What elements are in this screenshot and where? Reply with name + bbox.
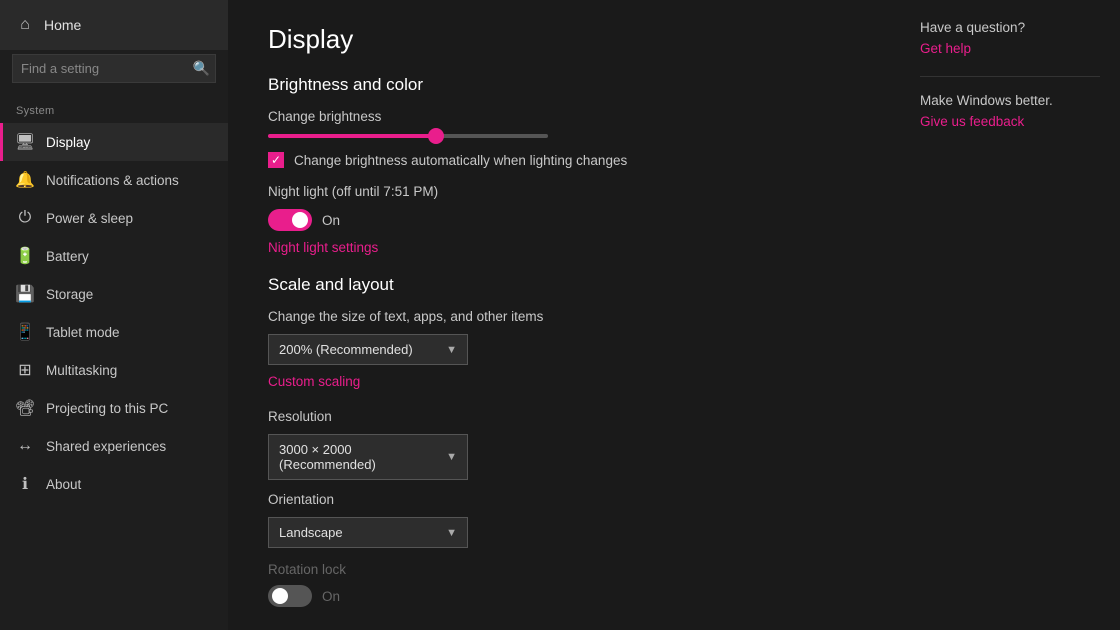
sidebar-item-multitasking-label: Multitasking <box>46 363 117 378</box>
custom-scaling-link[interactable]: Custom scaling <box>268 374 360 389</box>
tablet-icon: 📱 <box>16 323 34 341</box>
sidebar-item-projecting[interactable]: 📽 Projecting to this PC <box>0 389 228 427</box>
scale-dropdown-value: 200% (Recommended) <box>279 342 413 357</box>
sidebar-item-tablet-label: Tablet mode <box>46 325 120 340</box>
sidebar-item-power-label: Power & sleep <box>46 211 133 226</box>
brightness-slider-track <box>268 134 548 138</box>
resolution-dropdown-arrow-icon: ▼ <box>446 451 457 463</box>
sidebar-item-power[interactable]: ⏻ Power & sleep <box>0 199 228 237</box>
sidebar-item-display[interactable]: 🖥 Display <box>0 123 228 161</box>
rotation-lock-state-label: On <box>322 589 340 604</box>
display-icon: 🖥 <box>16 133 34 151</box>
night-light-settings-link[interactable]: Night light settings <box>268 240 378 255</box>
battery-icon: 🔋 <box>16 247 34 265</box>
resolution-dropdown-value: 3000 × 2000 (Recommended) <box>279 442 446 472</box>
make-windows-label: Make Windows better. <box>920 93 1100 108</box>
shared-icon: ↔ <box>16 437 34 455</box>
sidebar: ⌂ Home 🔍 System 🖥 Display 🔔 Notification… <box>0 0 228 630</box>
rotation-lock-toggle-thumb <box>272 588 288 604</box>
sidebar-item-battery[interactable]: 🔋 Battery <box>0 237 228 275</box>
sidebar-home-label: Home <box>44 17 81 33</box>
sidebar-home-button[interactable]: ⌂ Home <box>0 0 228 50</box>
rotation-lock-toggle[interactable] <box>268 585 312 607</box>
resolution-label: Resolution <box>268 409 860 424</box>
sidebar-section-system: System <box>0 95 228 123</box>
night-light-toggle[interactable] <box>268 209 312 231</box>
rotation-lock-toggle-row: On <box>268 585 860 607</box>
night-light-toggle-row: On <box>268 209 860 231</box>
search-box-container: 🔍 <box>12 54 216 83</box>
power-icon: ⏻ <box>16 209 34 227</box>
brightness-slider-container <box>268 134 860 138</box>
scale-desc: Change the size of text, apps, and other… <box>268 309 860 324</box>
brightness-slider-thumb <box>428 128 444 144</box>
orientation-label: Orientation <box>268 492 860 507</box>
auto-brightness-label: Change brightness automatically when lig… <box>294 153 627 168</box>
sidebar-item-display-label: Display <box>46 135 90 150</box>
sidebar-item-tablet[interactable]: 📱 Tablet mode <box>0 313 228 351</box>
brightness-section-title: Brightness and color <box>268 75 860 95</box>
scale-section-title: Scale and layout <box>268 275 860 295</box>
scale-dropdown[interactable]: 200% (Recommended) ▼ <box>268 334 468 365</box>
checkmark-icon: ✓ <box>271 153 281 167</box>
auto-brightness-row: ✓ Change brightness automatically when l… <box>268 152 860 168</box>
sidebar-item-about[interactable]: ℹ About <box>0 465 228 503</box>
right-panel-question: Have a question? <box>920 20 1100 35</box>
sidebar-item-battery-label: Battery <box>46 249 89 264</box>
orientation-dropdown-arrow-icon: ▼ <box>446 527 457 539</box>
scale-dropdown-arrow-icon: ▼ <box>446 344 457 356</box>
storage-icon: 💾 <box>16 285 34 303</box>
night-light-toggle-thumb <box>292 212 308 228</box>
sidebar-item-multitasking[interactable]: ⊞ Multitasking <box>0 351 228 389</box>
main-content: Display Brightness and color Change brig… <box>228 0 900 630</box>
sidebar-item-notifications[interactable]: 🔔 Notifications & actions <box>0 161 228 199</box>
night-light-state-label: On <box>322 213 340 228</box>
feedback-link[interactable]: Give us feedback <box>920 114 1100 129</box>
about-icon: ℹ <box>16 475 34 493</box>
sidebar-item-storage[interactable]: 💾 Storage <box>0 275 228 313</box>
right-panel-divider <box>920 76 1100 77</box>
rotation-lock-label: Rotation lock <box>268 562 860 577</box>
orientation-dropdown[interactable]: Landscape ▼ <box>268 517 468 548</box>
notifications-icon: 🔔 <box>16 171 34 189</box>
auto-brightness-checkbox[interactable]: ✓ <box>268 152 284 168</box>
page-title: Display <box>268 24 860 55</box>
brightness-label: Change brightness <box>268 109 860 124</box>
sidebar-item-about-label: About <box>46 477 81 492</box>
search-input[interactable] <box>12 54 216 83</box>
sidebar-item-shared[interactable]: ↔ Shared experiences <box>0 427 228 465</box>
sidebar-item-notifications-label: Notifications & actions <box>46 173 179 188</box>
multitasking-icon: ⊞ <box>16 361 34 379</box>
projecting-icon: 📽 <box>16 399 34 417</box>
sidebar-item-projecting-label: Projecting to this PC <box>46 401 168 416</box>
resolution-dropdown[interactable]: 3000 × 2000 (Recommended) ▼ <box>268 434 468 480</box>
home-icon: ⌂ <box>16 16 34 34</box>
sidebar-item-shared-label: Shared experiences <box>46 439 166 454</box>
night-light-label: Night light (off until 7:51 PM) <box>268 184 860 199</box>
sidebar-item-storage-label: Storage <box>46 287 93 302</box>
right-panel: Have a question? Get help Make Windows b… <box>900 0 1120 630</box>
get-help-link[interactable]: Get help <box>920 41 1100 56</box>
search-icon: 🔍 <box>193 60 210 77</box>
orientation-dropdown-value: Landscape <box>279 525 343 540</box>
